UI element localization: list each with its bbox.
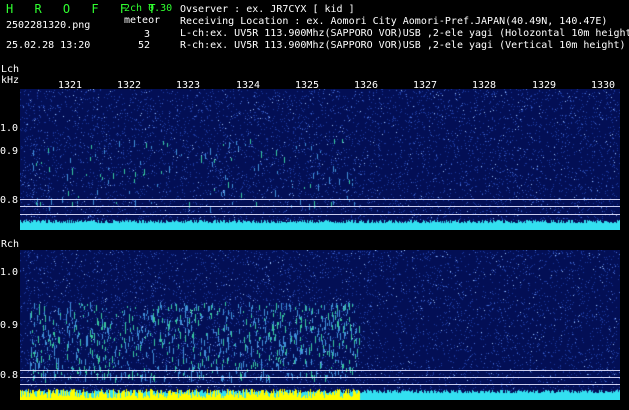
lch-receiver-info: L-ch:ex. UV5R 113.900Mhz(SAPPORO VOR)USB…: [180, 28, 629, 39]
lch-tick-0-8: 0.8: [0, 195, 19, 206]
lch-guide-line: [20, 199, 620, 200]
lch-waterfall-canvas: [20, 89, 620, 230]
lch-label: Lch: [1, 64, 20, 75]
location-info: Receiving Location : ex. Aomori City Aom…: [180, 16, 608, 27]
meteor-count-lch: 3: [143, 29, 150, 40]
rch-tick-0-8: 0.8: [0, 370, 19, 381]
mode-label: 2ch 0.30: [124, 3, 173, 14]
rch-guide-line: [20, 377, 620, 378]
timestamp: 25.02.28 13:20: [6, 40, 91, 51]
rch-spectrogram: [20, 250, 620, 400]
observer-info: Ovserver : ex. JR7CYX [ kid ]: [180, 4, 355, 15]
meteor-label: meteor: [124, 15, 161, 26]
lch-guide-line: [20, 206, 620, 207]
rch-label: Rch: [1, 239, 20, 250]
rch-guide-line: [20, 370, 620, 371]
lch-tick-0-9: 0.9: [0, 146, 19, 157]
rch-guide-line: [20, 384, 620, 385]
lch-spectrogram: [20, 89, 620, 230]
lch-unit: kHz: [1, 75, 20, 86]
rch-receiver-info: R-ch:ex. UV5R 113.900Mhz(SAPPORO VOR)USB…: [180, 40, 626, 51]
file-name: 2502281320.png: [6, 20, 91, 31]
rch-tick-1-0: 1.0: [0, 267, 19, 278]
lch-tick-1-0: 1.0: [0, 123, 19, 134]
meteor-count-rch: 52: [137, 40, 150, 51]
lch-guide-line: [20, 214, 620, 215]
rch-tick-0-9: 0.9: [0, 320, 19, 331]
